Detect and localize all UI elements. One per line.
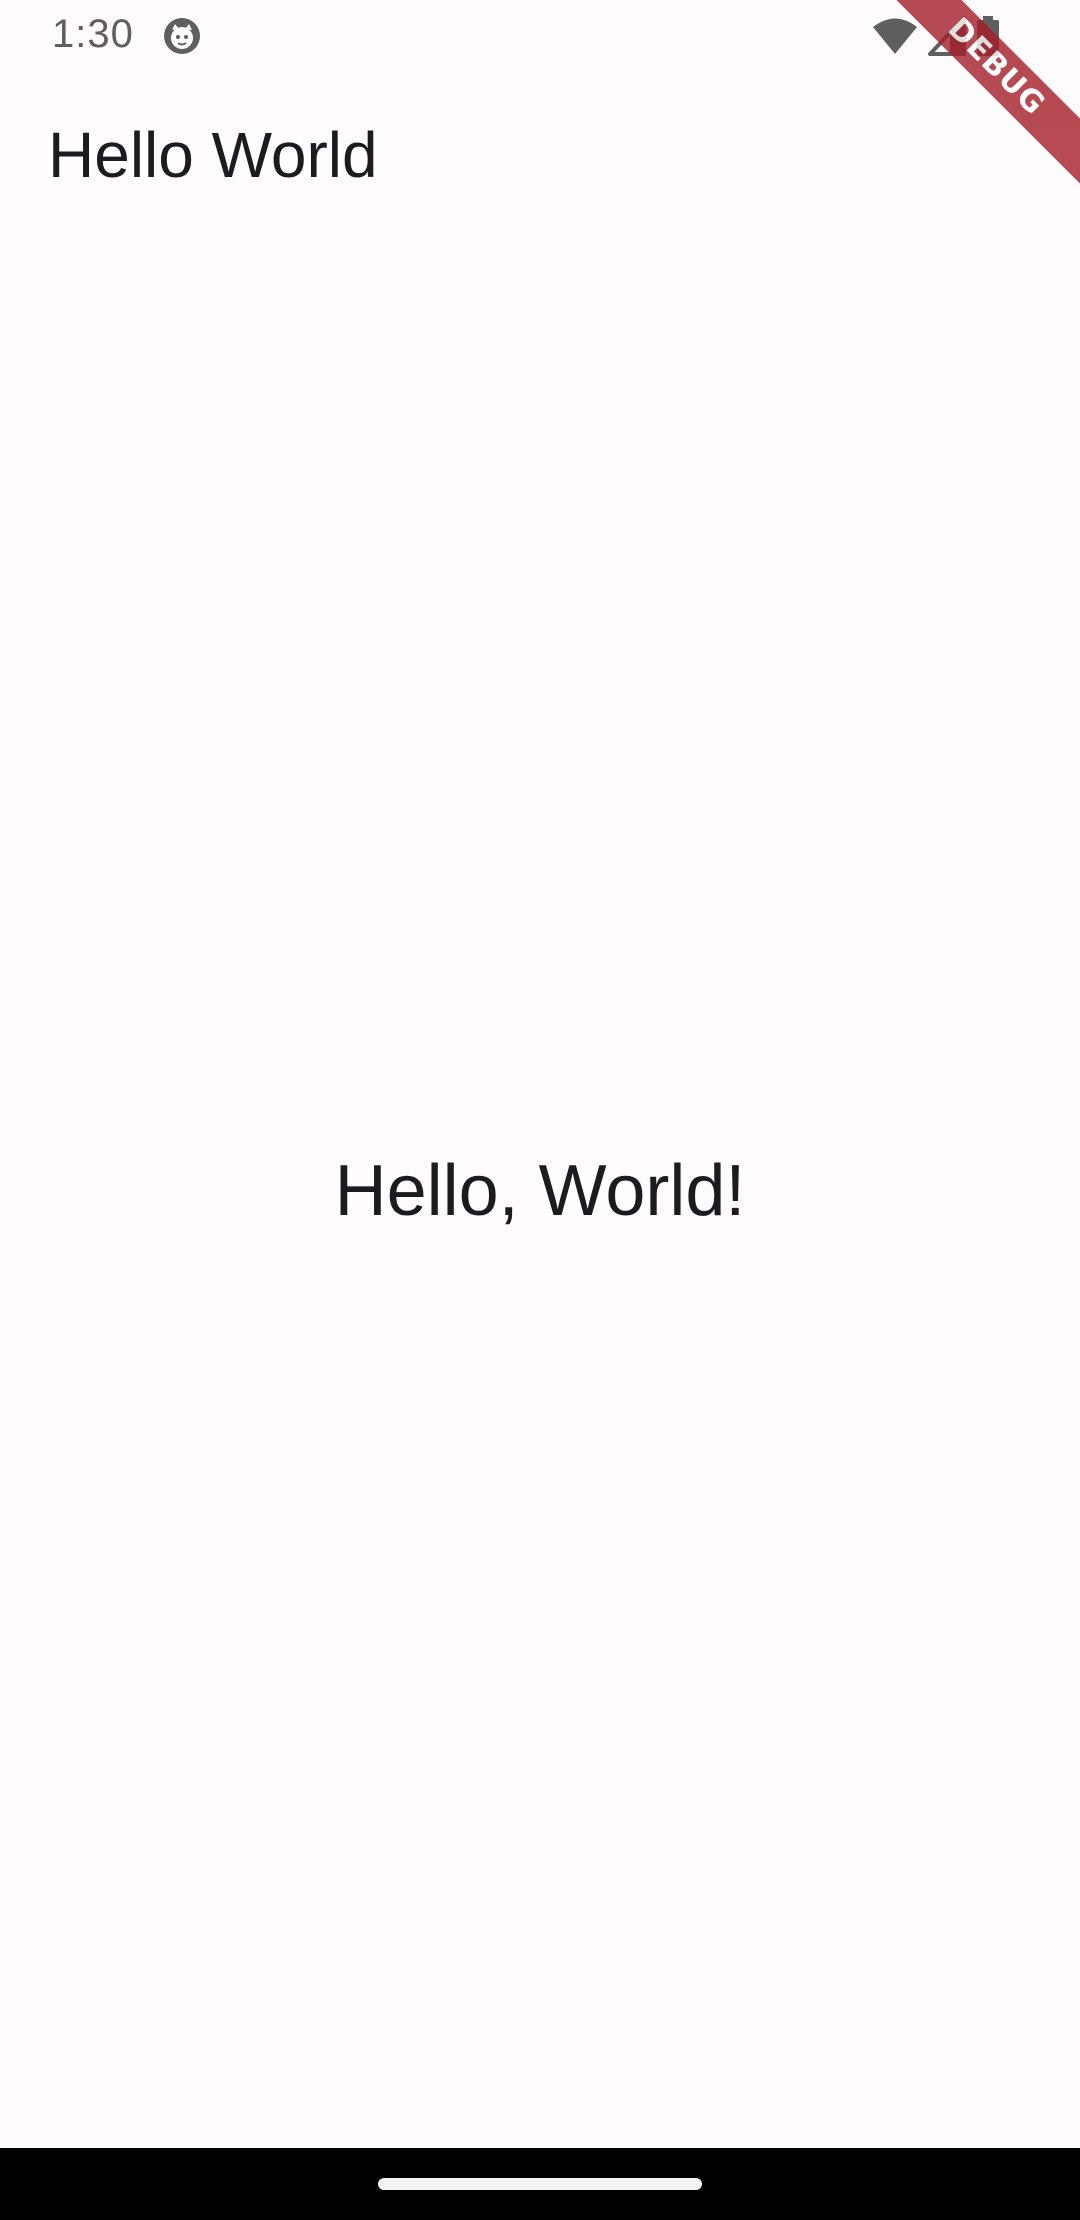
page-title: Hello World xyxy=(48,119,378,191)
home-gesture-handle[interactable] xyxy=(378,2178,702,2190)
status-bar: 1:30 xyxy=(0,0,1080,72)
signal-icon xyxy=(928,16,966,56)
navigation-bar xyxy=(0,2148,1080,2220)
center-text: Hello, World! xyxy=(334,1151,746,1231)
status-time: 1:30 xyxy=(52,12,134,56)
app-bar: Hello World xyxy=(0,72,1080,232)
wifi-icon xyxy=(872,16,918,56)
face-icon xyxy=(162,16,202,56)
status-icons xyxy=(872,16,1000,56)
app-screen: 1:30 Hello World Hello, World! DEBUG xyxy=(0,0,1080,2220)
battery-icon xyxy=(976,16,1000,56)
